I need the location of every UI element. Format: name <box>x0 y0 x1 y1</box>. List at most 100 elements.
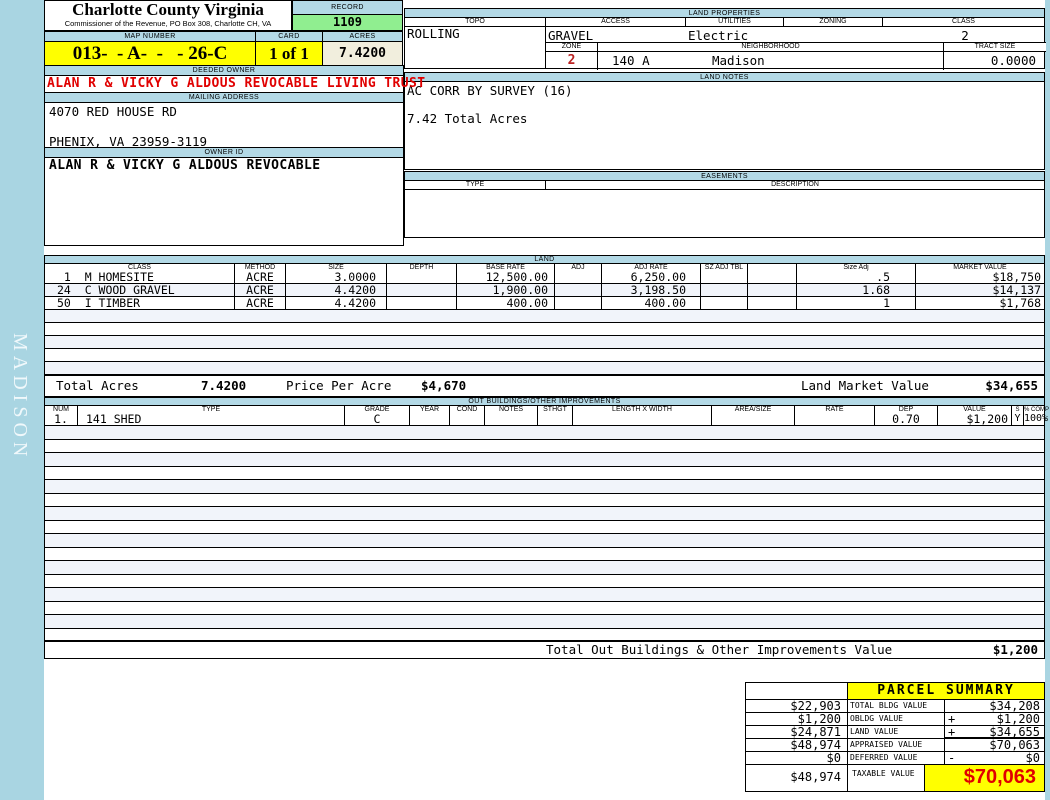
land-cell-size-adj: 1.68 <box>797 284 916 296</box>
ps-left-value: $0 <box>745 751 848 765</box>
ps-sign: - <box>948 751 956 765</box>
ob-header-sthgt: STHGT <box>538 406 573 413</box>
ps-row: $24,871 LAND VALUE + $34,655 <box>745 725 1045 739</box>
land-cell-adj-rate: 6,250.00 <box>602 271 701 283</box>
easement-description-label: DESCRIPTION <box>546 181 1045 189</box>
utilities-value: Electric <box>688 28 749 43</box>
ps-header-blank <box>745 682 848 700</box>
land-cell-method: ACRE <box>235 284 286 296</box>
land-cell-size: 4.4200 <box>286 284 387 296</box>
commissioner-subtitle: Commissioner of the Revenue, PO Box 308,… <box>64 19 272 28</box>
ob-header-notes: NOTES <box>485 406 538 413</box>
parcel-summary: PARCEL SUMMARY $22,903 TOTAL BLDG VALUE … <box>745 682 1045 797</box>
land-cell-adj-rate: 3,198.50 <box>602 284 701 296</box>
land-empty-row <box>44 349 1045 362</box>
neighborhood-code: 140 A <box>612 53 650 68</box>
land-cell-size-adj: 1 <box>797 297 916 309</box>
ps-label: LAND VALUE <box>848 725 945 739</box>
ob-cell-cond <box>450 413 485 425</box>
record-value: 1109 <box>292 14 403 31</box>
ob-cell-s: Y <box>1012 413 1024 425</box>
topo-label: TOPO <box>404 18 546 26</box>
land-cell-sz-adj-tbl <box>701 284 748 296</box>
land-notes-box: AC CORR BY SURVEY (16) 7.42 Total Acres <box>404 81 1045 170</box>
ps-left-value: $22,903 <box>745 699 848 713</box>
class-value: 2 <box>961 28 969 43</box>
ps-left-value: $48,974 <box>745 738 848 752</box>
ps-row: $22,903 TOTAL BLDG VALUE $34,208 <box>745 699 1045 713</box>
land-row: 50 I TIMBER ACRE 4.4200 400.00 400.00 1 … <box>44 297 1045 310</box>
class-label: CLASS <box>883 18 1045 26</box>
map-number-value: 013- - A- - - 26-C <box>44 41 256 66</box>
land-cell-sz-adj-tbl <box>701 297 748 309</box>
land-cell-market-value: $1,768 <box>916 297 1045 309</box>
address-line2: PHENIX, VA 23959-3119 <box>49 134 208 149</box>
land-cell-class: 50 I TIMBER <box>44 297 235 309</box>
ob-cell-sthgt <box>538 413 573 425</box>
ob-cell-grade: C <box>345 413 410 425</box>
price-per-acre-label: Price Per Acre <box>286 378 392 393</box>
neighborhood-name: Madison <box>712 53 765 68</box>
tract-size-label: TRACT SIZE <box>944 43 1046 51</box>
ob-empty-row <box>44 547 1045 561</box>
property-record-card: MADISON Charlotte County Virginia Commis… <box>0 0 1050 800</box>
land-cell-blank <box>748 297 797 309</box>
ob-cell-type: 141 SHED <box>78 413 345 425</box>
land-cell-base-rate: 400.00 <box>457 297 555 309</box>
ob-empty-row <box>44 561 1045 575</box>
ps-label: APPRAISED VALUE <box>848 738 945 752</box>
access-value: GRAVEL <box>548 28 594 43</box>
access-label: ACCESS <box>546 18 686 26</box>
land-cell-blank <box>748 284 797 296</box>
ps-row: $48,974 APPRAISED VALUE $70,063 <box>745 738 1045 752</box>
out-building-row: 1. 141 SHED C 0.70 $1,200 Y 100% <box>44 413 1048 426</box>
ps-right-value: $34,208 <box>945 699 1045 713</box>
deeded-owner-value: ALAN R & VICKY G ALDOUS REVOCABLE LIVING… <box>44 75 425 93</box>
ob-empty-row <box>44 493 1045 507</box>
land-cell-base-rate: 1,900.00 <box>457 284 555 296</box>
ps-left-value: $48,974 <box>745 764 848 792</box>
ob-header-rate: RATE <box>795 406 875 413</box>
neighborhood-value: 140 A Madison <box>598 52 944 70</box>
topo-value: ROLLING <box>404 26 546 69</box>
land-totals-row: Total Acres 7.4200 Price Per Acre $4,670… <box>44 375 1045 397</box>
land-header-adj: ADJ <box>555 264 602 271</box>
land-cell-market-value: $18,750 <box>916 271 1045 283</box>
land-cell-adj <box>555 284 602 296</box>
ob-empty-row <box>44 588 1045 602</box>
ps-row: $0 DEFERRED VALUE - $0 <box>745 751 1045 765</box>
ob-empty-row <box>44 439 1045 453</box>
ps-label: TAXABLE VALUE <box>848 764 925 792</box>
ob-header-pct-comp: % COMP <box>1024 406 1050 413</box>
ob-empty-row <box>44 453 1045 467</box>
zone-label: ZONE <box>546 43 598 51</box>
land-header-sz-adj-tbl: SZ ADJ TBL <box>701 264 748 271</box>
land-empty-row <box>44 336 1045 349</box>
ob-cell-notes <box>485 413 538 425</box>
record-box: RECORD 1109 <box>292 0 403 31</box>
ps-sign: + <box>948 712 956 726</box>
ob-empty-row <box>44 507 1045 521</box>
land-market-value: $34,655 <box>985 378 1038 393</box>
district-vertical-label: MADISON <box>9 333 31 462</box>
land-cell-adj <box>555 271 602 283</box>
land-cell-market-value: $14,137 <box>916 284 1045 296</box>
ob-cell-area-size <box>712 413 795 425</box>
land-cell-adj-rate: 400.00 <box>602 297 701 309</box>
county-title: Charlotte County Virginia <box>72 0 264 19</box>
easements-box <box>404 189 1045 238</box>
price-per-acre-value: $4,670 <box>421 378 467 393</box>
ob-total-label: Total Out Buildings & Other Improvements… <box>546 642 893 657</box>
land-cell-size: 3.0000 <box>286 271 387 283</box>
ob-empty-row <box>44 426 1045 440</box>
land-header-depth: DEPTH <box>387 264 457 271</box>
title-box: Charlotte County Virginia Commissioner o… <box>44 0 292 31</box>
land-cell-class: 1 M HOMESITE <box>44 271 235 283</box>
land-cell-class: 24 C WOOD GRAVEL <box>44 284 235 296</box>
ps-left-value: $24,871 <box>745 725 848 739</box>
record-label: RECORD <box>292 0 403 15</box>
owner-empty-box <box>44 174 404 246</box>
tract-size-value: 0.0000 <box>990 53 1036 68</box>
total-acres-value: 7.4200 <box>201 378 247 393</box>
easement-type-label: TYPE <box>404 181 546 189</box>
